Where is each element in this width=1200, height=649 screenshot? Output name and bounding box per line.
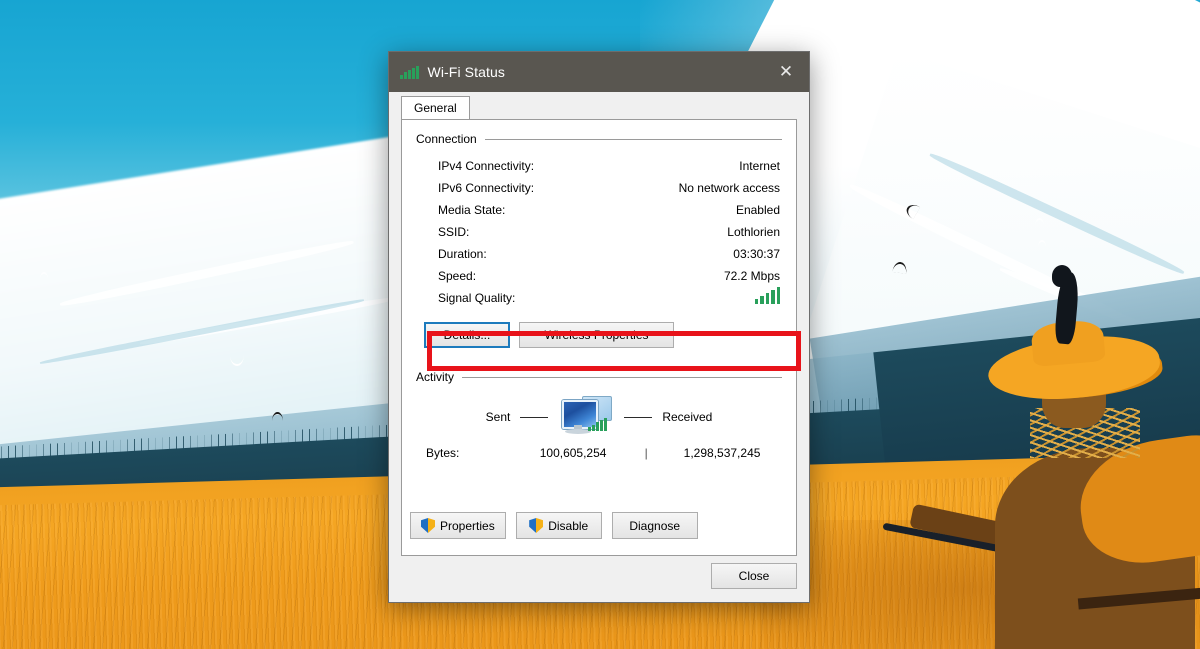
- bytes-row: Bytes: 100,605,254 | 1,298,537,245: [416, 446, 782, 460]
- close-button[interactable]: Close: [711, 563, 797, 589]
- connection-group-header: Connection: [416, 132, 782, 146]
- tab-page-general: Connection IPv4 Connectivity: Internet I…: [401, 119, 801, 556]
- dialog-title: Wi-Fi Status: [427, 64, 505, 80]
- computers-icon: [558, 394, 614, 440]
- row-label: IPv6 Connectivity:: [438, 181, 535, 195]
- signal-bars-icon: [754, 287, 780, 304]
- diagnose-button[interactable]: Diagnose: [611, 512, 698, 539]
- row-signal-quality: Signal Quality:: [416, 287, 782, 311]
- row-ipv4-connectivity: IPv4 Connectivity: Internet: [416, 155, 782, 177]
- details-button[interactable]: Details...: [424, 322, 510, 348]
- bird-icon: [40, 272, 48, 279]
- row-ipv6-connectivity: IPv6 Connectivity: No network access: [416, 177, 782, 199]
- row-speed: Speed: 72.2 Mbps: [416, 265, 782, 287]
- bird-icon: [1038, 240, 1046, 247]
- bytes-received-value: 1,298,537,245: [683, 446, 761, 460]
- bytes-label: Bytes:: [426, 446, 460, 460]
- group-divider: [462, 376, 782, 378]
- signal-quality-bars-icon: [754, 287, 780, 311]
- signal-bars-icon: [588, 418, 607, 434]
- row-value: No network access: [678, 181, 780, 195]
- crow-head: [1052, 265, 1072, 287]
- connection-group-label: Connection: [416, 132, 477, 146]
- connector-line: [624, 416, 653, 418]
- row-label: Speed:: [438, 269, 477, 283]
- tab-strip: General: [389, 92, 809, 120]
- signal-bars-inner: [588, 418, 607, 431]
- tab-general[interactable]: General: [401, 96, 470, 120]
- row-value: 72.2 Mbps: [723, 269, 780, 283]
- bytes-sent-value: 100,605,254: [539, 446, 607, 460]
- row-label: Media State:: [438, 203, 506, 217]
- bytes-separator: |: [644, 446, 648, 460]
- activity-graphic: Sent Received: [416, 394, 782, 440]
- row-label: IPv4 Connectivity:: [438, 159, 535, 173]
- activity-group-label: Activity: [416, 370, 455, 384]
- wifi-status-dialog: Wi-Fi Status ✕ General Connection IPv4 C…: [388, 51, 810, 603]
- wireless-properties-button[interactable]: Wireless Properties: [519, 322, 674, 348]
- disable-button[interactable]: Disable: [515, 512, 602, 539]
- dialog-footer: Close: [389, 556, 809, 602]
- row-label: SSID:: [438, 225, 470, 239]
- disable-button-label: Disable: [548, 518, 589, 533]
- row-value: Lothlorien: [727, 225, 780, 239]
- properties-button[interactable]: Properties: [410, 512, 506, 539]
- shield-icon: [529, 518, 544, 533]
- received-label: Received: [662, 410, 713, 424]
- connection-buttons: Details... Wireless Properties: [416, 322, 782, 348]
- row-duration: Duration: 03:30:37: [416, 243, 782, 265]
- row-ssid: SSID: Lothlorien: [416, 221, 782, 243]
- row-label: Duration:: [438, 247, 487, 261]
- activity-group-header: Activity: [416, 370, 782, 384]
- sent-label: Sent: [485, 410, 511, 424]
- properties-button-label: Properties: [440, 518, 495, 533]
- row-value: Enabled: [735, 203, 780, 217]
- row-label: Signal Quality:: [438, 291, 516, 305]
- signal-bars-icon: [400, 65, 419, 79]
- close-icon[interactable]: ✕: [763, 52, 809, 92]
- action-buttons: Properties Disable Diagnose: [410, 512, 698, 539]
- desktop: Wi-Fi Status ✕ General Connection IPv4 C…: [0, 0, 1200, 649]
- dialog-titlebar[interactable]: Wi-Fi Status ✕: [389, 52, 809, 92]
- connector-line: [520, 416, 549, 418]
- row-media-state: Media State: Enabled: [416, 199, 782, 221]
- row-value: 03:30:37: [733, 247, 780, 261]
- shield-icon: [421, 518, 435, 533]
- group-divider: [484, 138, 782, 140]
- row-value: Internet: [739, 159, 780, 173]
